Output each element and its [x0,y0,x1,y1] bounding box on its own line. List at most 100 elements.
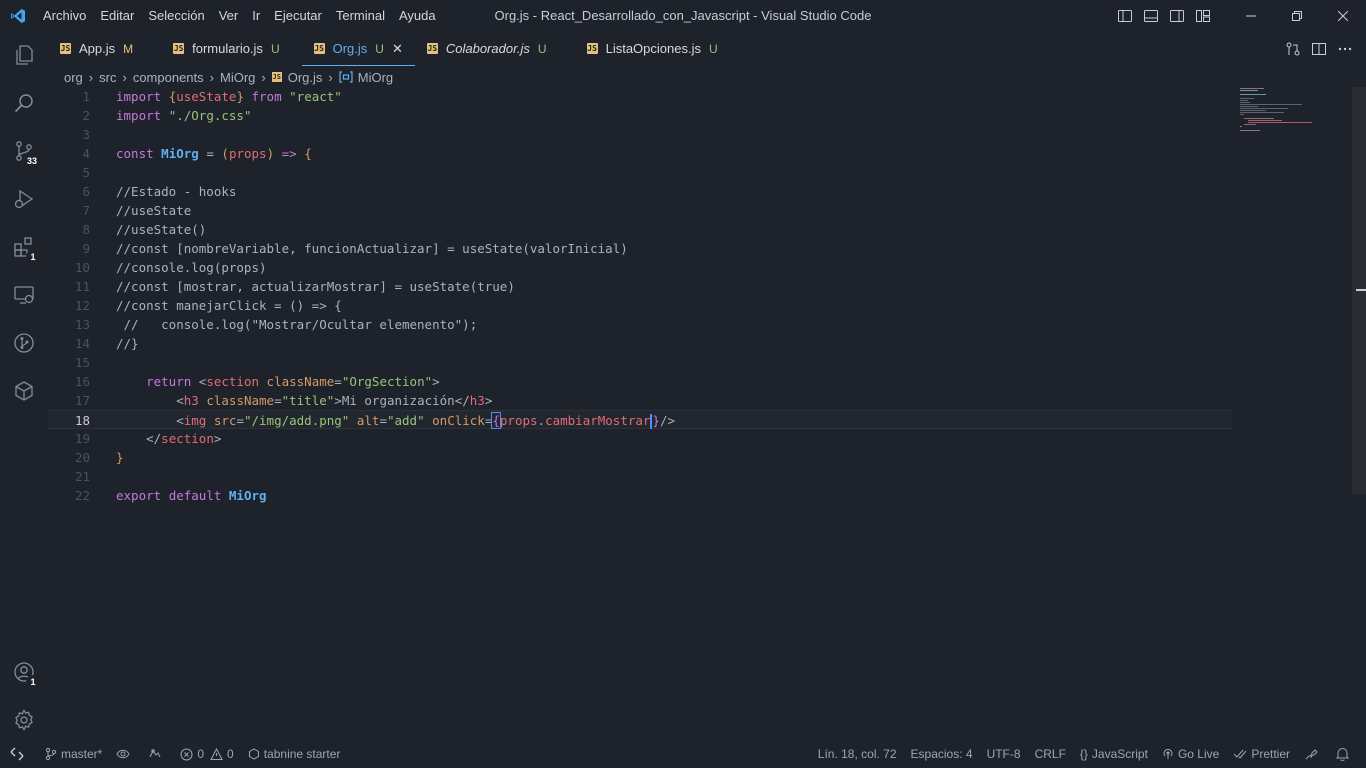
breadcrumb-item[interactable]: src [99,70,116,85]
tab-status: U [708,41,718,56]
sync-icon[interactable] [141,740,173,768]
customize-layout-icon[interactable] [1190,0,1216,31]
eye-icon[interactable] [109,740,141,768]
open-changes-icon[interactable] [1280,33,1306,64]
line-number: 3 [82,127,90,142]
go-live-button[interactable]: Go Live [1155,740,1226,768]
explorer-icon[interactable] [0,31,48,79]
line-number: 19 [74,431,90,446]
code-line: 10//console.log(props) [48,258,1232,277]
menu-editar[interactable]: Editar [93,0,141,31]
chevron-right-icon: › [261,69,266,85]
activity-bar: 33 1 1 [0,31,48,740]
tab-formulario-js[interactable]: JS formulario.js U [161,31,291,66]
breadcrumb-item[interactable]: MiOrg [220,70,255,85]
breadcrumb: org › src › components › MiOrg › JS Org.… [64,66,393,88]
code-line: 4 const MiOrg = (props) => { [48,144,1232,163]
extensions-badge: 1 [26,250,40,264]
notifications-bell-icon[interactable] [1329,740,1360,768]
line-number: 21 [74,469,90,484]
git-graph-icon[interactable] [0,319,48,367]
code-line: 22 export default MiOrg [48,486,1232,505]
feedback-icon[interactable] [1297,740,1329,768]
chevron-right-icon: › [88,69,94,85]
branch-indicator[interactable]: master* [38,740,109,768]
menu-ver[interactable]: Ver [212,0,246,31]
encoding[interactable]: UTF-8 [980,740,1028,768]
accounts-icon[interactable]: 1 [0,648,48,696]
tab-org-js[interactable]: JS Org.js U ✕ [301,31,416,66]
code-line: 5 [48,163,1232,182]
code-line: 17 <h3 className="title">Mi organización… [48,391,1232,410]
tab-label: formulario.js [192,41,263,56]
toggle-panel-icon[interactable] [1138,0,1164,31]
broadcast-icon [1163,748,1173,759]
code-line: 19 </section> [48,429,1232,448]
search-icon[interactable] [0,79,48,127]
line-number: 6 [82,184,90,199]
breadcrumb-item[interactable]: Org.js [288,70,323,85]
js-file-icon: JS [586,43,598,54]
source-control-icon[interactable]: 33 [0,127,48,175]
code-line: 14//} [48,334,1232,353]
breadcrumb-item[interactable]: MiOrg [358,70,393,85]
title-bar: Archivo Editar Selección Ver Ir Ejecutar… [0,0,1366,31]
cursor-position[interactable]: Lín. 18, col. 72 [811,740,904,768]
extensions-icon[interactable]: 1 [0,223,48,271]
tabnine-label: tabnine starter [263,747,341,761]
menu-archivo[interactable]: Archivo [36,0,93,31]
prettier-label: Prettier [1251,747,1290,761]
code-line: 6//Estado - hooks [48,182,1232,201]
double-check-icon [1233,749,1247,759]
remote-explorer-icon[interactable] [0,271,48,319]
end-of-line[interactable]: CRLF [1028,740,1073,768]
restore-button[interactable] [1274,0,1320,31]
menu-ir[interactable]: Ir [245,0,267,31]
menu-terminal[interactable]: Terminal [329,0,392,31]
js-file-icon: JS [426,43,438,54]
minimize-button[interactable] [1228,0,1274,31]
braces-icon: {} [1079,747,1088,761]
menu-ejecutar[interactable]: Ejecutar [267,0,329,31]
close-window-button[interactable] [1320,0,1366,31]
line-number: 17 [74,393,90,408]
code-line: 11//const [mostrar, actualizarMostrar] =… [48,277,1232,296]
menu-seleccion[interactable]: Selección [141,0,211,31]
indentation[interactable]: Espacios: 4 [904,740,980,768]
tabnine-status[interactable]: tabnine starter [241,740,348,768]
line-number: 2 [82,108,90,123]
close-tab-icon[interactable]: ✕ [392,41,403,57]
code-line: 8//useState() [48,220,1232,239]
breadcrumb-item[interactable]: components [133,70,204,85]
remote-indicator-icon[interactable] [0,740,38,768]
code-line: 3 [48,125,1232,144]
warning-count: 0 [227,747,234,761]
toggle-secondary-sidebar-icon[interactable] [1164,0,1190,31]
tab-app-js[interactable]: JS App.js M [48,31,145,66]
js-file-icon: JS [173,43,185,54]
code-editor[interactable]: 1 import {useState} from "react" 2 import … [48,87,1232,740]
minimap[interactable] [1238,87,1328,137]
prettier-status[interactable]: Prettier [1226,740,1297,768]
problems-indicator[interactable]: 0 0 [173,740,240,768]
line-number: 4 [82,146,90,161]
breadcrumb-item[interactable]: org [64,70,83,85]
cube-extension-icon[interactable] [0,367,48,415]
tab-listaopciones-js[interactable]: JS ListaOpciones.js U [575,31,730,66]
run-debug-icon[interactable] [0,175,48,223]
toggle-primary-sidebar-icon[interactable] [1112,0,1138,31]
language-label: JavaScript [1091,747,1148,761]
code-line: 7//useState [48,201,1232,220]
js-file-icon: JS [313,43,325,54]
tab-label: Colaborador.js [445,41,530,56]
more-actions-icon[interactable] [1332,33,1358,64]
tabnine-icon [248,748,259,760]
line-number: 8 [82,222,90,237]
settings-gear-icon[interactable] [0,696,48,744]
code-line: 13 // console.log("Mostrar/Ocultar eleme… [48,315,1232,334]
tab-colaborador-js[interactable]: JS Colaborador.js U [415,31,559,66]
tab-label: ListaOpciones.js [605,41,701,56]
menu-ayuda[interactable]: Ayuda [392,0,443,31]
split-editor-icon[interactable] [1306,33,1332,64]
language-mode[interactable]: {} JavaScript [1073,740,1155,768]
